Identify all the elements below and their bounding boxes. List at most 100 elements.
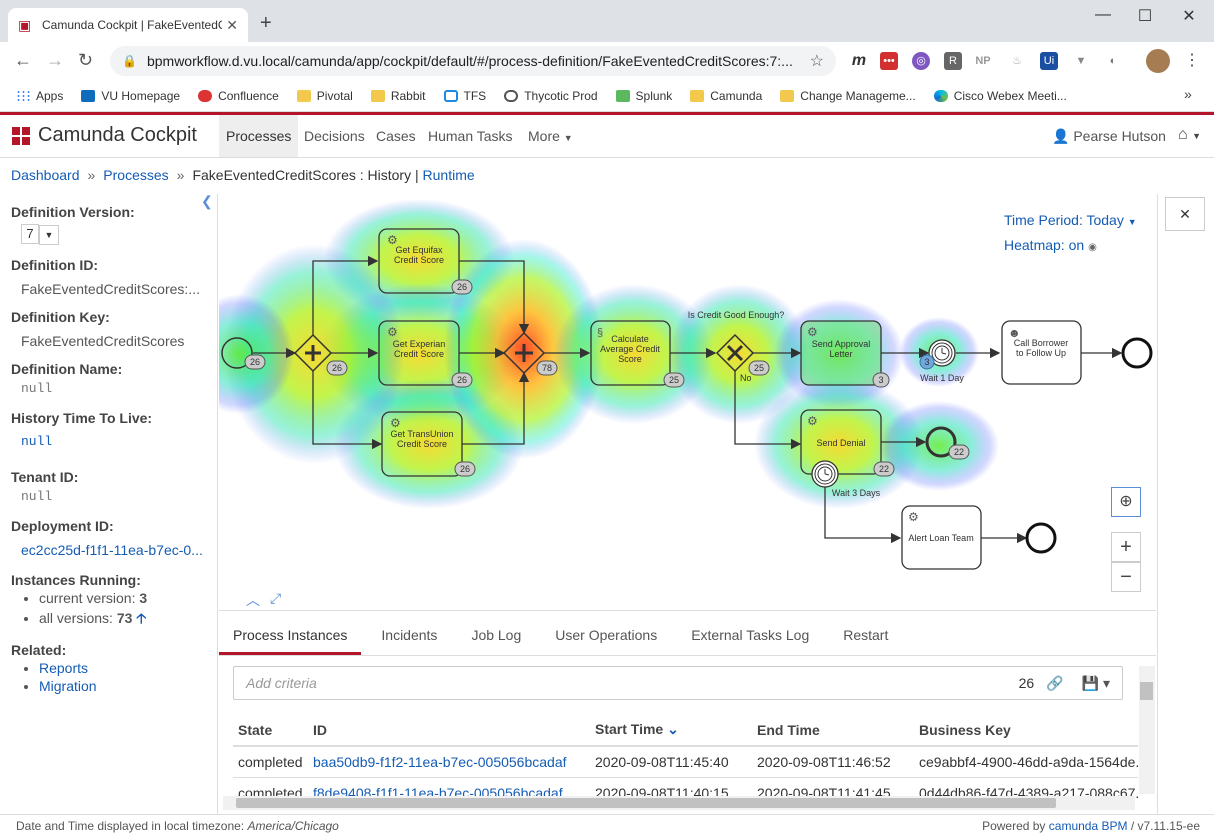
task-label-line: Credit Score [397,439,447,449]
horizontal-scroll-thumb[interactable] [236,798,1056,808]
arrow-up-icon[interactable]: 🡡 [136,610,146,626]
bookmark-rabbit[interactable]: Rabbit [370,89,426,103]
extension-r-icon[interactable]: R [944,52,962,70]
extension-np-icon[interactable]: NP [974,52,992,70]
extension-purple-icon[interactable]: ◎ [912,52,930,70]
tab-process-instances[interactable]: Process Instances [219,627,362,655]
close-window-icon[interactable]: ✕ [1174,6,1204,26]
home-menu[interactable]: ⌂ ▼ [1178,126,1201,144]
bookmark-splunk[interactable]: Splunk [615,89,672,103]
bookmark-pivotal[interactable]: Pivotal [296,89,353,103]
folder-icon [690,89,705,102]
extension-puzzle-icon[interactable]: ♨ [1008,52,1026,70]
address-bar[interactable]: 🔒 bpmworkflow.d.vu.local/camunda/app/coc… [110,46,836,76]
bookmark-thycotic[interactable]: Thycotic Prod [504,89,598,103]
user-menu[interactable]: 👤 Pearse Hutson [1052,128,1166,145]
brand[interactable]: Camunda Cockpit [12,124,197,147]
extension-m-icon[interactable]: m [850,52,868,70]
badge-denial: 22 [873,461,895,477]
reset-zoom-button[interactable]: ⊕ [1111,487,1141,517]
link-icon[interactable]: 🔗 [1046,675,1063,692]
forward-icon[interactable]: → [46,50,64,71]
timer-event-wait-3-days[interactable] [811,460,839,488]
menu-more[interactable]: More ▼ [521,115,580,157]
col-id[interactable]: ID [308,714,590,747]
col-start-time[interactable]: Start Time ⌄ [590,714,752,747]
collapse-sidebar-icon[interactable]: ❮ [201,193,213,210]
migration-link[interactable]: Migration [39,678,97,694]
expand-icon[interactable]: ⤢ [270,590,281,607]
history-ttl-value[interactable]: null [11,434,206,449]
menu-human-tasks[interactable]: Human Tasks [421,115,520,157]
bookmark-camunda[interactable]: Camunda [690,89,762,103]
tab-incidents[interactable]: Incidents [367,627,451,655]
svg-text:26: 26 [332,363,342,373]
gateway-label: Is Credit Good Enough? [688,310,785,320]
chevron-up-icon[interactable]: ︿ [246,590,260,610]
tab-restart[interactable]: Restart [829,627,902,655]
new-tab-icon[interactable]: + [260,12,272,35]
bookmark-webex[interactable]: Cisco Webex Meeti... [933,89,1067,103]
breadcrumb-runtime[interactable]: Runtime [423,167,475,183]
zoom-out-button[interactable]: − [1111,562,1141,592]
col-state[interactable]: State [233,714,308,747]
search-criteria-input[interactable]: Add criteria 26 🔗 💾 ▾ [233,666,1123,700]
task-equifax-label: Get Equifax [395,245,443,255]
user-name: Pearse Hutson [1073,128,1166,144]
bpmn-diagram[interactable]: ⚙ Get Equifax Credit Score ⚙ Get Experian… [219,194,1156,610]
bookmark-star-icon[interactable]: ☆ [810,51,824,71]
timezone-note: Date and Time displayed in local timezon… [16,819,339,833]
version-dropdown-icon[interactable]: ▼ [39,225,59,245]
bookmarks-overflow-icon[interactable]: » [1184,86,1192,102]
bookmark-tfs[interactable]: TFS [443,88,487,103]
deployment-id-link[interactable]: ec2cc25d-f1f1-11ea-b7ec-0... [11,542,207,558]
minimize-window-icon[interactable]: — [1088,6,1118,24]
tab-job-log[interactable]: Job Log [457,627,535,655]
camunda-bpm-link[interactable]: camunda BPM [1049,819,1128,833]
instance-id-link[interactable]: baa50db9-f1f2-11ea-b7ec-005056bcadaf [313,754,567,770]
extension-circle-icon[interactable]: ◐ [1104,52,1122,70]
task-approval[interactable]: ⚙ Send Approval Letter [800,320,882,386]
profile-avatar[interactable] [1146,49,1170,73]
menu-decisions[interactable]: Decisions [297,115,372,157]
heatmap-label: Heatmap: on [1004,237,1085,253]
reload-icon[interactable]: ↻ [78,50,93,71]
task-alert-loan-team[interactable]: ⚙ Alert Loan Team [901,505,982,570]
heatmap-toggle[interactable]: Heatmap: on ◉ [1004,237,1097,253]
maximize-window-icon[interactable]: ☐ [1130,6,1160,26]
back-icon[interactable]: ← [14,50,32,71]
extension-ui-icon[interactable]: Ui [1040,52,1058,70]
end-event-approval[interactable] [1121,337,1153,369]
breadcrumb-dashboard[interactable]: Dashboard [11,167,80,183]
tab-external-tasks-log[interactable]: External Tasks Log [677,627,823,655]
task-call-borrower[interactable]: ☻ Call Borrower to Follow Up [1001,320,1082,385]
col-business-key[interactable]: Business Key [914,714,1138,747]
bookmark-apps[interactable]: Apps [16,89,63,103]
bookmark-label: VU Homepage [101,88,181,103]
time-period-dropdown[interactable]: Time Period: Today ▼ [1004,212,1137,228]
breadcrumb-processes[interactable]: Processes [103,167,168,183]
col-end-time[interactable]: End Time [752,714,914,747]
tab-user-operations[interactable]: User Operations [541,627,671,655]
save-icon[interactable]: 💾 ▾ [1082,675,1110,692]
zoom-in-button[interactable]: + [1111,532,1141,562]
extension-vuetify-icon[interactable]: ▼ [1072,52,1090,70]
current-version-count: 3 [139,590,148,606]
svg-text:22: 22 [879,464,889,474]
bookmark-label: TFS [463,88,487,103]
browser-tab[interactable]: ▣ Camunda Cockpit | FakeEventedC ✕ [8,8,248,42]
reports-link[interactable]: Reports [39,660,88,676]
close-panel-button[interactable]: ✕ [1165,197,1205,231]
close-tab-icon[interactable]: ✕ [226,17,238,34]
bookmark-change-management[interactable]: Change Manageme... [780,89,916,103]
gear-icon: ⚙ [387,325,398,339]
extension-lastpass-icon[interactable]: ••• [880,52,898,70]
vertical-scroll-thumb[interactable] [1140,682,1153,700]
menu-cases[interactable]: Cases [369,115,423,157]
menu-processes[interactable]: Processes [219,115,299,157]
svg-text:3: 3 [878,375,883,385]
end-event-alert[interactable] [1025,522,1057,554]
chrome-menu-icon[interactable]: ⋮ [1184,50,1200,70]
bookmark-vu-homepage[interactable]: VU Homepage [81,89,180,103]
bookmark-confluence[interactable]: Confluence [198,89,279,103]
